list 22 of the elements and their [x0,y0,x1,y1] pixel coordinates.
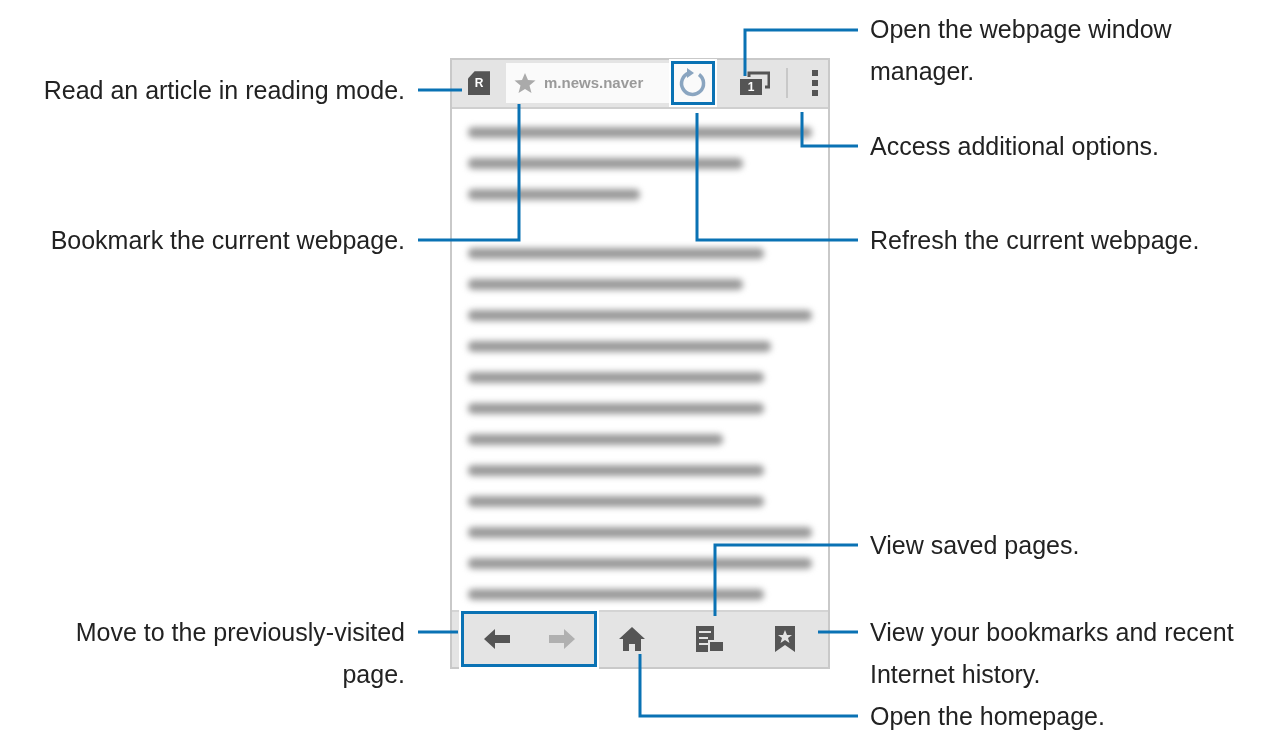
callout-label: Read an article in reading mode. [43,75,405,106]
callout-label: Move to the previously-visited page. [75,617,405,690]
reader-mode-button[interactable]: R [468,71,490,96]
callout-label: Refresh the current webpage. [870,225,1200,256]
callout-label: View your bookmarks and recent Internet history. [870,617,1234,690]
tab-count: 1 [740,79,762,96]
callout-label: Access additional options. [870,131,1160,162]
callout-label: Open the homepage. [870,701,1105,732]
home-icon[interactable] [619,627,646,652]
window-manager-button[interactable]: 1 [740,71,770,96]
callout-label: Bookmark the current webpage. [50,225,405,256]
leader-line [818,630,858,634]
callout-label: View saved pages. [870,530,1080,561]
callout-label: Open the webpage window manager. [870,14,1172,87]
leader-line [418,88,462,92]
back-arrow-icon[interactable] [483,627,510,652]
star-icon[interactable] [514,72,536,95]
saved-pages-icon[interactable] [696,626,724,653]
url-text: m.news.naver [544,73,645,93]
leader-line [418,630,458,634]
more-options-icon[interactable] [812,70,818,97]
bookmark-star-icon[interactable] [774,626,795,653]
